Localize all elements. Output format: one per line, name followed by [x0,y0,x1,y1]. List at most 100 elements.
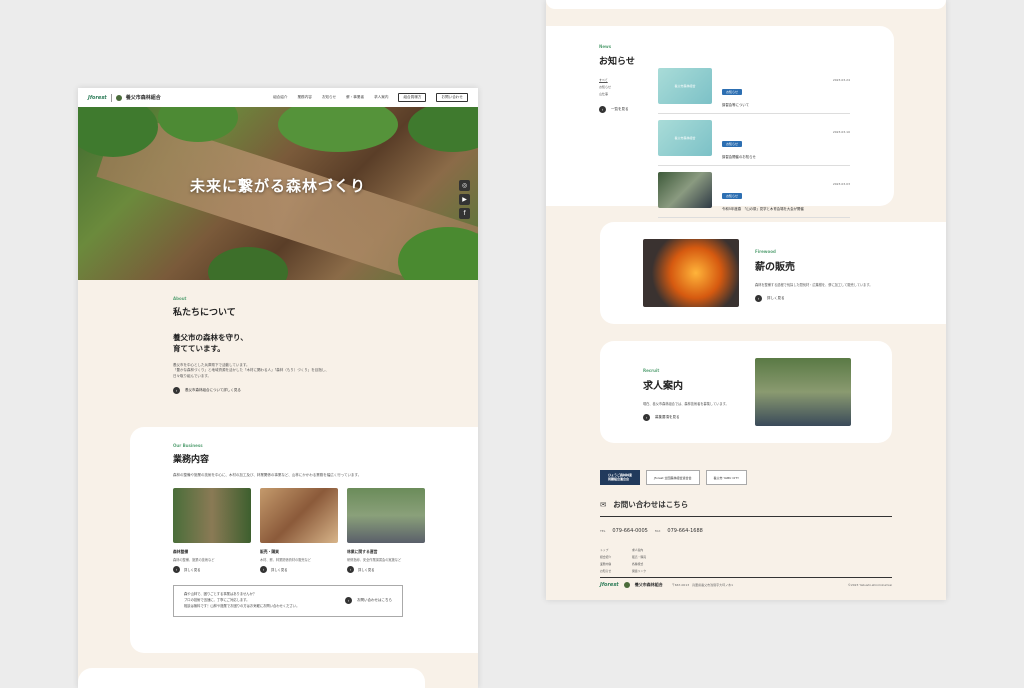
news-section: News お知らせ すべて お知らせ 山仕事 › 一覧を見る 養父市森林組合 お… [546,26,894,218]
recruit-title: 求人案内 [643,381,683,392]
tree-canopy [208,247,288,280]
nav-item-about[interactable]: 組合紹介 [273,95,287,100]
news-thumbnail: 養父市森林組合 [658,120,712,156]
fax-number: 079-664-1688 [667,528,703,534]
footer-link[interactable]: 関連リンク [632,569,672,573]
youtube-icon[interactable]: ▶ [459,194,470,205]
contact-cta-text: 森や山林で、困りごとする事業はありませんか？ プロの技術で迅速に、丁寧にご対応し… [184,591,300,608]
footer-link[interactable]: 販売・購買 [632,555,672,559]
news-date: 2023.03.03 [832,182,850,186]
about-link[interactable]: › 養父市森林組合について詳しく見る [173,387,383,395]
filter-mountain[interactable]: 山仕事 [599,91,635,98]
tel-number[interactable]: 079-664-0005 [612,528,647,534]
nav-item-recruit[interactable]: 求人案内 [374,95,388,100]
tree-canopy [408,107,478,152]
card-link-label: 詳しく見る [358,567,375,572]
hero-title: 未来に繋がる森林づくり [189,177,366,195]
card-link-label: 詳しく見る [271,567,288,572]
footer-bottom: Jforest 養父市森林組合 〒667-0013 兵庫県養父市浅間字大坪ノ木1… [600,577,892,588]
site-footer: ひょうご森林林業 同職組合連合会 Jforest 全国森林組合連合会 養父市 Y… [600,470,892,588]
business-body: 森林の整備や施業の技術を中心に、木材の加工及び、林業関係の事業など、山林にかかわ… [173,473,362,477]
copyright: ©2023 Yabushi-shinrinkumiai [847,583,892,587]
footer-address: 〒667-0013 兵庫県養父市浅間字大坪ノ木1 [671,583,734,587]
business-card[interactable]: 販売・購買 木材、薪、林業関係資材の販売など › 詳しく見る [260,487,338,573]
arrow-right-icon: › [260,565,267,573]
site-logo[interactable]: Jforest 養父市森林組合 [88,93,161,102]
about-title: 私たちについて [173,308,236,318]
card-title: 林業に関する運営 [347,548,378,554]
card-link[interactable]: › 詳しく見る [347,565,425,573]
business-eyebrow: Our Business [173,443,203,448]
footer-link[interactable]: 組合紹介 [600,555,626,559]
footer-link[interactable]: トップ [600,548,626,552]
recruit-link[interactable]: › 募集要項を見る [643,414,753,422]
top-section-end [546,0,946,9]
footer-org-name: 養父市森林組合 [634,582,663,587]
contact-cta-link[interactable]: › お問い合わせはこちら [345,597,392,605]
filter-news[interactable]: お知らせ [599,84,635,91]
news-tag: お知らせ [722,89,742,95]
yabu-city-banner[interactable]: 養父市 YABU CITY [705,470,747,485]
instagram-icon[interactable]: ◎ [459,180,470,191]
recruit-eyebrow: Recruit [643,368,660,373]
news-item[interactable]: お知らせ 2023.03.03 令和5年度春 「山の祭」見学と木育会場を大会が開… [658,172,850,218]
emblem-icon [623,582,630,588]
next-section [78,668,425,688]
news-item[interactable]: 養父市森林組合 お知らせ 2023.03.10 講習会開催のお知らせ [658,120,850,166]
firewood-section: Firewood 薪の販売 森林を整備する過程で伐採した間伐材・広葉樹を、薪に加… [600,222,946,324]
business-card[interactable]: 林業に関する運営 研修指導、安全作業講習会の実施など › 詳しく見る [347,487,425,573]
jforest-banner[interactable]: Jforest 全国森林組合連合会 [646,470,700,485]
footer-phone: TEL 079-664-0005 FAX 079-664-1688 [600,528,892,534]
hero-image: 未来に繋がる森林づくり ◎ ▶ f [78,107,478,280]
firewood-eyebrow: Firewood [755,249,776,254]
arrow-right-icon: › [345,597,352,605]
training-image [347,487,425,543]
main-nav: 組合紹介 業務内容 お知らせ 薪・事業者 求人案内 組合員様方 お問い合わせ [273,93,468,102]
footer-link[interactable]: お知らせ [600,569,626,573]
tree-canopy [278,107,398,152]
about-headline: 養父市の森林を守り、 育てています。 [173,333,248,354]
contact-cta-box: 森や山林で、困りごとする事業はありませんか？ プロの技術で迅速に、丁寧にご対応し… [173,584,403,617]
news-item-title: 令和5年度春 「山の祭」見学と木育会場を大会が開催 [722,207,804,211]
arrow-right-icon: › [173,565,180,573]
about-eyebrow: About [173,296,187,301]
news-filters: すべて お知らせ 山仕事 [599,77,635,99]
jforest-logo: Jforest [88,94,107,101]
footer-link[interactable]: 求人案内 [632,548,672,552]
site-header: Jforest 養父市森林組合 組合紹介 業務内容 お知らせ 薪・事業者 求人案… [78,88,478,107]
news-title: お知らせ [599,57,635,67]
org-name: 養父市森林組合 [125,95,161,101]
news-more-link[interactable]: › 一覧を見る [599,105,635,113]
firewood-link[interactable]: › 詳しく見る [755,295,905,303]
card-link[interactable]: › 詳しく見る [173,565,251,573]
about-link-label: 養父市森林組合について詳しく見る [185,388,241,393]
sns-icons: ◎ ▶ f [459,180,470,219]
fax-label: FAX [654,529,661,533]
footer-link[interactable]: 各種様式 [632,562,672,566]
contact-cta-label: お問い合わせはこちら [357,598,392,603]
arrow-right-icon: › [599,105,606,113]
news-header: News お知らせ すべて お知らせ 山仕事 › 一覧を見る [599,44,635,113]
member-button[interactable]: 組合員様方 [398,93,427,102]
recruit-image [755,358,851,426]
arrow-right-icon: › [173,387,180,395]
filter-all[interactable]: すべて [599,77,635,84]
nav-item-firewood[interactable]: 薪・事業者 [346,95,364,100]
nav-item-business[interactable]: 業務内容 [297,95,311,100]
news-item[interactable]: 養父市森林組合 お知らせ 2023.03.24 講習会等について [658,68,850,114]
news-list: 養父市森林組合 お知らせ 2023.03.24 講習会等について 養父市森林組合… [658,68,850,224]
contact-button[interactable]: お問い合わせ [436,93,468,102]
footer-link[interactable]: 業務内容 [600,562,626,566]
card-link[interactable]: › 詳しく見る [260,565,338,573]
business-card[interactable]: 森林整備 森林の整備、施業の技術など › 詳しく見る [173,487,251,573]
card-desc: 木材、薪、林業関係資材の販売など [260,557,311,562]
footer-menu: トップ 求人案内 組合紹介 販売・購買 業務内容 各種様式 お知らせ 関連リンク [600,548,892,573]
footer-contact-title: ✉ お問い合わせはこちら [600,499,892,517]
card-title: 森林整備 [173,548,189,554]
facebook-icon[interactable]: f [459,208,470,219]
card-desc: 研修指導、安全作業講習会の実施など [347,557,402,562]
nav-item-news[interactable]: お知らせ [322,95,336,100]
firewood-image [643,239,739,307]
business-cards: 森林整備 森林の整備、施業の技術など › 詳しく見る 販売・購買 木材、薪、林業関… [173,487,425,573]
hyogo-banner[interactable]: ひょうご森林林業 同職組合連合会 [600,470,641,485]
